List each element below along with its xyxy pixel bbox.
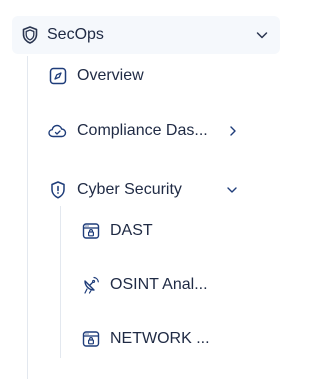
sidebar-item-cyber-security[interactable]: Cyber Security bbox=[40, 176, 270, 204]
sidebar-item-overview[interactable]: Overview bbox=[40, 62, 270, 90]
chevron-down-icon[interactable] bbox=[254, 27, 270, 43]
sidebar-item-dast[interactable]: DAST bbox=[74, 217, 270, 245]
tree-guide-line-nested bbox=[60, 206, 61, 358]
sidebar-item-label: Cyber Security bbox=[77, 181, 182, 198]
sidebar-item-network[interactable]: NETWORK ... bbox=[74, 325, 270, 353]
chevron-down-icon[interactable] bbox=[225, 183, 239, 197]
satellite-dish-icon bbox=[81, 275, 101, 295]
browser-lock-icon bbox=[81, 221, 101, 241]
sidebar-item-label: OSINT Anal... bbox=[110, 276, 208, 293]
sidebar-item-label: Overview bbox=[77, 67, 144, 84]
chevron-right-icon[interactable] bbox=[226, 124, 240, 138]
shield-icon bbox=[20, 25, 40, 45]
sidebar-item-label: DAST bbox=[110, 222, 153, 239]
sidebar-item-compliance-dashboard[interactable]: Compliance Das... bbox=[40, 117, 270, 145]
sidebar-item-label: Compliance Das... bbox=[77, 122, 208, 139]
section-header-secops[interactable]: SecOps bbox=[12, 16, 280, 54]
sidebar-item-osint-analysis[interactable]: OSINT Anal... bbox=[74, 271, 270, 299]
tree-guide-line bbox=[27, 56, 28, 379]
cloud-icon bbox=[47, 121, 67, 141]
browser-lock-icon bbox=[81, 329, 101, 349]
sidebar-item-label: NETWORK ... bbox=[110, 330, 210, 347]
sidebar-nav: SecOps Overview Compliance Das... Cyber … bbox=[0, 0, 289, 379]
compass-icon bbox=[48, 66, 68, 86]
shield-alert-icon bbox=[48, 180, 68, 200]
section-header-label: SecOps bbox=[47, 26, 104, 43]
